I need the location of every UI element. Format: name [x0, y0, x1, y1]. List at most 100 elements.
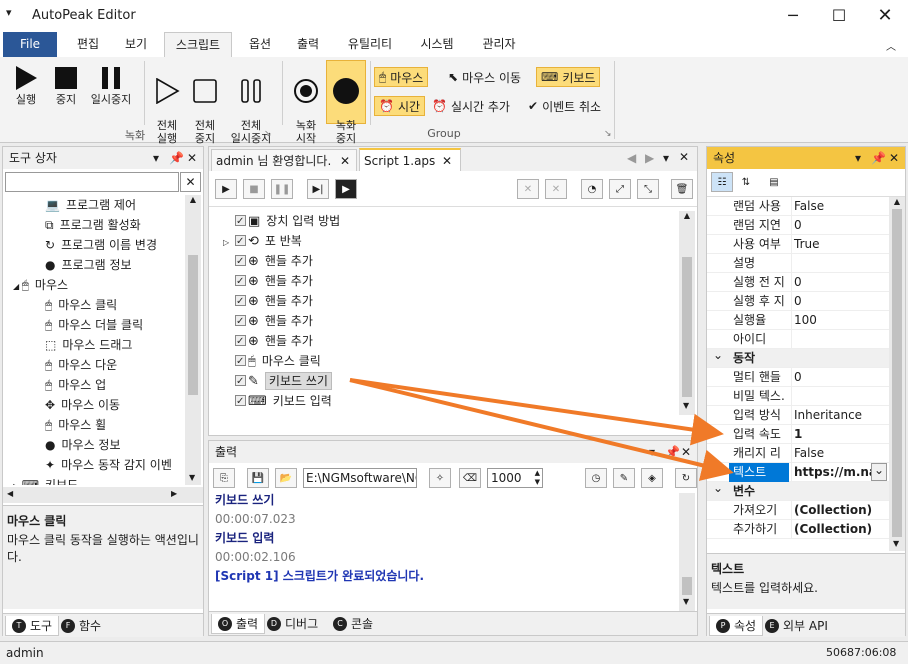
dropdown-arrow-icon[interactable]: ⌄ — [871, 463, 887, 481]
script-step[interactable]: ⊕ 핸들 추가 — [219, 291, 679, 312]
property-row[interactable]: 캐리지 리 False — [707, 444, 889, 463]
enabled-checkbox[interactable] — [235, 292, 246, 312]
scroll-tabs-left-icon[interactable]: ◀ — [627, 151, 636, 165]
scroll-tabs-right-icon[interactable]: ▶ — [645, 151, 654, 165]
script-step[interactable]: ⊕ 핸들 추가 — [219, 331, 679, 352]
toolbox-item[interactable]: ◢ 🖱 마우스 — [3, 275, 185, 295]
editor-remove-button[interactable]: ✕ — [545, 179, 567, 199]
menu-edit[interactable]: 편집 — [66, 32, 110, 57]
collapse-arrow-icon[interactable]: ⌄ — [713, 346, 723, 365]
toolbox-item[interactable]: 🖱 마우스 휠 — [3, 415, 185, 435]
realtime-add-toggle[interactable]: ⏰ 실시간 추가 — [428, 96, 514, 116]
output-clean-button[interactable]: ✧ — [429, 468, 451, 488]
editor-pause-button[interactable]: ❚❚ — [271, 179, 293, 199]
property-row[interactable]: 가져오기 (Collection) — [707, 501, 889, 520]
output-clock-button[interactable]: ◷ — [585, 468, 607, 488]
tab-properties[interactable]: P 속성 — [709, 616, 764, 636]
toolbox-search-input[interactable] — [5, 172, 179, 192]
menu-script[interactable]: 스크립트 — [164, 32, 232, 58]
toolbox-item[interactable]: ✦ 마우스 동작 감지 이벤 — [3, 455, 185, 475]
mouse-move-toggle[interactable]: ⬉ 마우스 이동 — [444, 67, 525, 87]
scroll-thumb[interactable] — [188, 255, 198, 395]
property-row[interactable]: 랜덤 지연 0 — [707, 216, 889, 235]
script-step[interactable]: ▷ ⟲ 포 반복 — [219, 231, 679, 253]
editor-timer-button[interactable]: ◔ — [581, 179, 603, 199]
output-brush-button[interactable]: ✎ — [613, 468, 635, 488]
toolbox-item[interactable]: 🖱 마우스 다운 — [3, 355, 185, 375]
pin-icon[interactable]: 📌 — [871, 147, 886, 169]
output-new-button[interactable]: ⎘ — [213, 468, 235, 488]
menu-system[interactable]: 시스템 — [412, 32, 462, 57]
close-panel-icon[interactable]: ✕ — [187, 147, 197, 169]
output-count-stepper[interactable]: 1000 ▲ ▼ — [487, 468, 543, 488]
minimize-button[interactable]: ─ — [770, 0, 816, 32]
close-button[interactable]: ✕ — [862, 0, 908, 32]
editor-delete-button[interactable]: ✕ — [517, 179, 539, 199]
property-row[interactable]: 입력 방식 Inheritance — [707, 406, 889, 425]
property-row[interactable]: 실행 전 지 0 — [707, 273, 889, 292]
stop-button[interactable]: 중지 — [48, 63, 84, 106]
toolbox-item[interactable]: ⬚ 마우스 드래그 — [3, 335, 185, 355]
property-row[interactable]: 멀티 핸들 0 — [707, 368, 889, 387]
tab-tools[interactable]: T 도구 — [5, 616, 60, 636]
output-erase-button[interactable]: ⌫ — [459, 468, 481, 488]
scroll-thumb[interactable] — [682, 257, 692, 397]
editor-run-from-button[interactable]: ▶ — [335, 179, 357, 199]
close-document-icon[interactable]: ✕ — [679, 150, 689, 164]
editor-expand-button[interactable]: ⤢ — [609, 179, 631, 199]
enabled-checkbox[interactable] — [235, 352, 246, 372]
run-all-button[interactable]: 전체 실행 — [148, 63, 186, 158]
expand-arrow-icon[interactable]: ▷ — [13, 482, 22, 485]
property-pages-button[interactable]: ▤ — [763, 172, 785, 192]
editor-run-button[interactable]: ▶ — [215, 179, 237, 199]
property-category[interactable]: ⌄ 변수 — [707, 479, 889, 501]
tab-output[interactable]: O 출력 — [211, 614, 266, 634]
property-row[interactable]: 추가하기 (Collection) — [707, 520, 889, 539]
toolbox-item[interactable]: ✥ 마우스 이동 — [3, 395, 185, 415]
close-panel-icon[interactable]: ✕ — [889, 147, 899, 169]
script-step[interactable]: ⊕ 핸들 추가 — [219, 311, 679, 332]
run-button[interactable]: 실행 — [8, 63, 44, 106]
editor-step-button[interactable]: ▶| — [307, 179, 329, 199]
toolbox-item[interactable]: 🖱 마우스 클릭 — [3, 295, 185, 315]
quick-access-menu-icon[interactable]: ▾ — [6, 6, 12, 19]
script-step[interactable]: ✎ 키보드 쓰기 — [219, 371, 679, 392]
property-row[interactable]: 랜덤 사용 False — [707, 197, 889, 216]
close-tab-icon[interactable]: ✕ — [340, 150, 350, 172]
menu-utility[interactable]: 유틸리티 — [338, 32, 402, 57]
expand-arrow-icon[interactable]: ▷ — [223, 233, 235, 253]
clear-search-button[interactable]: ✕ — [180, 172, 201, 192]
toolbox-item[interactable]: ▷ ⌨ 키보드 — [3, 475, 185, 485]
collapse-arrow-icon[interactable]: ⌄ — [713, 479, 723, 498]
enabled-checkbox[interactable] — [235, 212, 246, 232]
collapse-arrow-icon[interactable]: ◢ — [13, 282, 22, 291]
toolbox-item[interactable]: 🖱 마우스 업 — [3, 375, 185, 395]
enabled-checkbox[interactable] — [235, 372, 246, 392]
properties-scrollbar[interactable]: ▲ ▼ — [889, 197, 905, 551]
property-row[interactable]: 아이디 — [707, 330, 889, 349]
menu-options[interactable]: 옵션 — [238, 32, 282, 57]
tab-list-icon[interactable]: ▾ — [663, 151, 669, 165]
script-step[interactable]: ⊕ 핸들 추가 — [219, 251, 679, 272]
dialog-launcher-icon[interactable]: ↘ — [604, 129, 612, 139]
tab-functions[interactable]: F 함수 — [55, 616, 107, 636]
time-record-toggle[interactable]: ⏰ 시간 — [374, 96, 426, 116]
toolbox-item[interactable]: ● 프로그램 정보 — [3, 255, 185, 275]
editor-trash-button[interactable]: 🗑 — [671, 179, 693, 199]
enabled-checkbox[interactable] — [235, 392, 246, 412]
close-tab-icon[interactable]: ✕ — [442, 150, 452, 172]
pin-icon[interactable]: 📌 — [665, 441, 680, 463]
mouse-record-toggle[interactable]: 🖱 마우스 — [374, 67, 429, 87]
output-scrollbar[interactable]: ▼ — [679, 493, 695, 611]
panel-menu-icon[interactable]: ▾ — [855, 147, 861, 169]
output-refresh-button[interactable]: ↻ — [675, 468, 697, 488]
tab-external-api[interactable]: E 외부 API — [759, 616, 834, 636]
menu-admin[interactable]: 관리자 — [474, 32, 524, 57]
enabled-checkbox[interactable] — [235, 272, 246, 292]
scroll-thumb[interactable] — [892, 209, 902, 537]
property-row[interactable]: 텍스트 https://m.nav ⌄ — [707, 463, 889, 482]
output-save-button[interactable]: 💾 — [247, 468, 269, 488]
toolbox-item[interactable]: ● 마우스 정보 — [3, 435, 185, 455]
event-cancel-toggle[interactable]: ✔ 이벤트 취소 — [524, 96, 605, 116]
toolbox-hscrollbar[interactable]: ◀ ▶ — [3, 487, 203, 503]
